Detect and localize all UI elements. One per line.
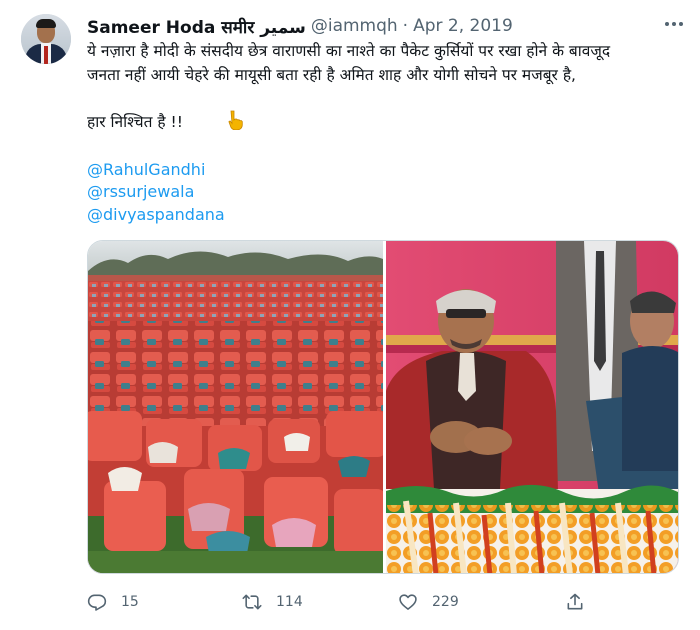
like-button[interactable]: 229 — [398, 591, 459, 613]
tweet-date[interactable]: Apr 2, 2019 — [413, 16, 513, 36]
more-options-icon[interactable] — [665, 18, 687, 30]
chairs-photo[interactable] — [88, 241, 383, 573]
reply-count: 15 — [121, 594, 139, 610]
author-name[interactable]: Sameer Hoda समीर سمیر — [87, 15, 306, 38]
tweet-text-line: हार निश्चित है !! — [87, 113, 183, 131]
separator-dot: · — [402, 16, 409, 36]
share-button[interactable] — [565, 591, 599, 613]
mention-link[interactable]: @RahulGandhi — [87, 160, 205, 179]
retweet-count: 114 — [276, 594, 303, 610]
reply-icon — [87, 594, 107, 611]
tweet-text-line: ये नज़ारा है मोदी के संसदीय छेत्र वाराणस… — [87, 42, 611, 60]
stage-photo[interactable] — [386, 241, 678, 573]
tweet-header: Sameer Hoda समीर سمیر @iammqh · Apr 2, 2… — [87, 13, 513, 39]
like-icon — [399, 594, 417, 610]
tweet-card: Sameer Hoda समीर سمیر @iammqh · Apr 2, 2… — [0, 0, 700, 630]
retweet-icon — [242, 594, 262, 610]
mention-link[interactable]: @rssurjewala — [87, 182, 194, 201]
mention-link[interactable]: @divyaspandana — [87, 205, 225, 224]
like-count: 229 — [432, 594, 459, 610]
retweet-button[interactable]: 114 — [242, 591, 303, 613]
reply-button[interactable]: 15 — [87, 591, 139, 613]
tweet-actions: 15 114 229 — [0, 591, 700, 613]
author-handle[interactable]: @iammqh — [311, 16, 398, 36]
share-icon — [567, 593, 583, 610]
media-grid — [87, 240, 679, 574]
tweet-text-line: जनता नहीं आयी चेहरे की मायूसी बता रही है… — [87, 66, 576, 84]
avatar[interactable] — [21, 14, 71, 64]
pointing-down-hand-icon — [228, 110, 243, 130]
